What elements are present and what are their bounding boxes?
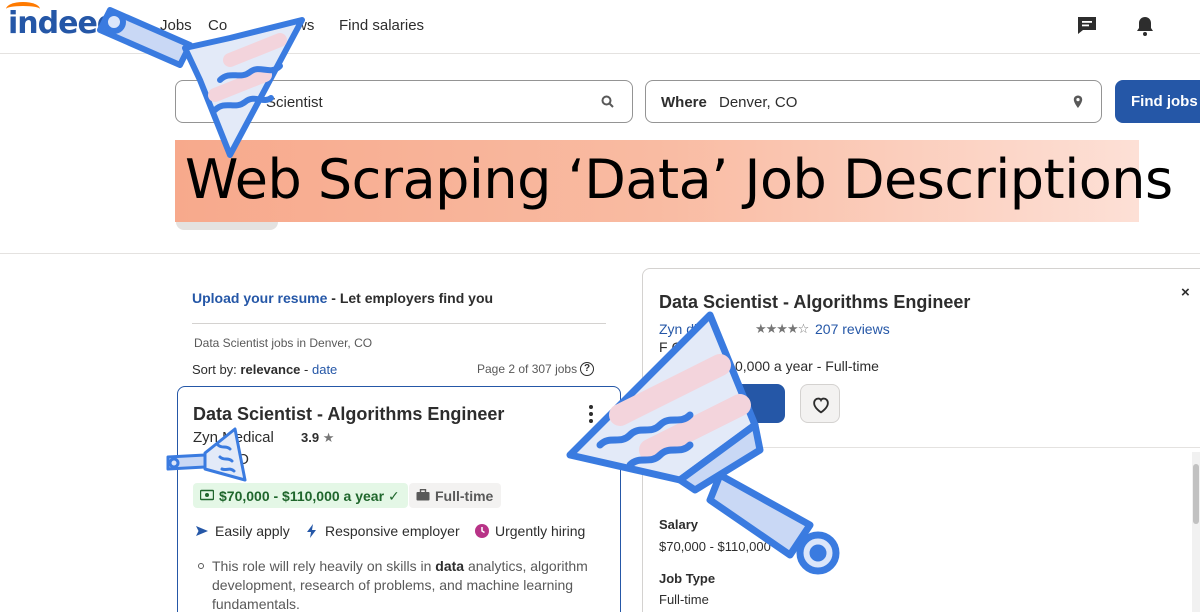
- upload-resume-rest: - Let employers find you: [327, 290, 494, 306]
- where-search-value[interactable]: Denver, CO: [719, 94, 797, 111]
- banner-title: Web Scraping ‘Data’ Job Descriptions: [185, 148, 1173, 211]
- notifications-bell-icon[interactable]: [1133, 14, 1157, 38]
- rating-star-icon: ★: [322, 430, 335, 445]
- salary-text: $70,000 - $110,000 a year: [219, 488, 385, 504]
- job-card-title[interactable]: Data Scientist - Algorithms Engineer: [193, 404, 504, 425]
- upload-resume-link[interactable]: Upload your resume: [192, 290, 327, 306]
- sort-relevance: relevance: [240, 362, 301, 377]
- salary-check-icon: ✓: [387, 488, 400, 504]
- search-icon: [601, 95, 614, 108]
- upload-resume-prompt: Upload your resume - Let employers find …: [192, 290, 493, 306]
- find-jobs-button[interactable]: Find jobs: [1115, 80, 1200, 123]
- salary-tag: $70,000 - $110,000 a year ✓: [193, 483, 408, 508]
- lightning-icon: [307, 524, 316, 538]
- snippet-bullet: [198, 563, 204, 569]
- scraper-tool-icon: [97, 7, 305, 158]
- sort-by-control: Sort by: relevance - date: [192, 362, 337, 377]
- sort-separator: -: [300, 362, 312, 377]
- responsive-employer-attr: Responsive employer: [307, 523, 460, 539]
- where-search-field[interactable]: Where Denver, CO: [645, 80, 1102, 123]
- clock-icon: [475, 524, 489, 538]
- message-icon[interactable]: [1075, 14, 1099, 38]
- send-arrow-icon: [196, 526, 208, 536]
- job-type-tag: Full-time: [409, 483, 502, 508]
- sort-label: Sort by:: [192, 362, 241, 377]
- where-label: Where: [661, 94, 707, 111]
- job-card[interactable]: Data Scientist - Algorithms Engineer Zyn…: [177, 386, 621, 612]
- job-card-rating: 3.9 ★: [301, 430, 334, 446]
- job-type-text: Full-time: [435, 488, 494, 504]
- results-heading: Data Scientist jobs in Denver, CO: [194, 336, 373, 350]
- money-icon: [200, 489, 214, 501]
- scrollbar-thumb[interactable]: [1193, 464, 1199, 524]
- briefcase-icon: [416, 489, 430, 501]
- job-snippet: This role will rely heavily on skills in…: [198, 557, 612, 612]
- location-pin-icon: [1073, 95, 1083, 108]
- left-divider: [192, 323, 606, 324]
- nav-find-salaries[interactable]: Find salaries: [339, 17, 424, 34]
- details-scrollbar[interactable]: [1192, 452, 1200, 612]
- sort-date-link[interactable]: date: [312, 362, 337, 377]
- small-scraper-icon: [166, 427, 247, 482]
- easily-apply-attr: Easily apply: [196, 523, 290, 539]
- close-icon[interactable]: ×: [1181, 284, 1190, 301]
- section-divider: [0, 253, 1200, 254]
- logo-arc: [6, 2, 40, 16]
- rating-value: 3.9: [301, 430, 320, 445]
- large-scraper-icon: [566, 311, 840, 575]
